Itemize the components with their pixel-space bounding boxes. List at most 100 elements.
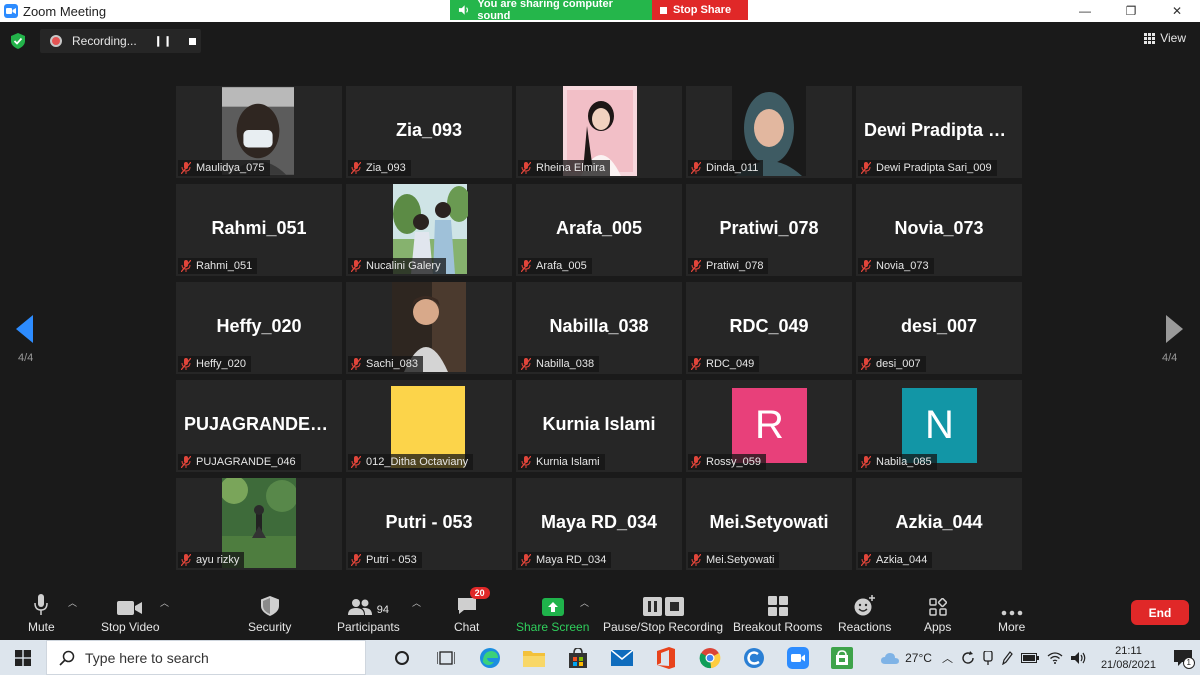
participant-tile[interactable]: desi_007 desi_007: [856, 282, 1022, 374]
participant-tile[interactable]: ayu rizky: [176, 478, 342, 570]
mute-button[interactable]: Mute: [28, 592, 55, 634]
refresh-icon[interactable]: [961, 650, 975, 665]
start-button[interactable]: [0, 640, 46, 675]
participant-avatar: R: [732, 388, 807, 463]
edge-app[interactable]: [468, 640, 512, 675]
chat-button[interactable]: 20 Chat: [454, 587, 490, 634]
store-bag-icon: [569, 647, 587, 668]
participant-tile[interactable]: Azkia_044 Azkia_044: [856, 478, 1022, 570]
sharing-status-text: You are sharing computer sound: [477, 0, 613, 22]
participant-tile[interactable]: Kurnia Islami Kurnia Islami: [516, 380, 682, 472]
participants-options-caret-icon[interactable]: ︿: [412, 596, 421, 609]
mute-options-caret-icon[interactable]: ︿: [68, 596, 77, 609]
chat-label: Chat: [454, 620, 480, 634]
edge-beta-icon: [744, 647, 764, 668]
previous-page-arrow-icon[interactable]: [16, 315, 34, 343]
participant-tile[interactable]: Rahmi_051 Rahmi_051: [176, 184, 342, 276]
participant-tile[interactable]: Novia_073 Novia_073: [856, 184, 1022, 276]
minimize-button[interactable]: —: [1062, 0, 1108, 22]
stop-recording-icon[interactable]: [188, 37, 196, 45]
next-page-arrow-icon[interactable]: [1165, 315, 1183, 343]
participant-tile[interactable]: Maulidya_075: [176, 86, 342, 178]
participant-tile[interactable]: Sachi_083: [346, 282, 512, 374]
breakout-rooms-button[interactable]: Breakout Rooms: [733, 592, 822, 634]
volume-icon[interactable]: [1070, 651, 1087, 664]
clock[interactable]: 21:11 21/08/2021: [1101, 644, 1156, 672]
participant-tile[interactable]: Zia_093 Zia_093: [346, 86, 512, 178]
stop-video-button[interactable]: Stop Video: [101, 592, 160, 634]
participant-name-label: ayu rizky: [178, 552, 245, 568]
participant-tile[interactable]: RDC_049 RDC_049: [686, 282, 852, 374]
recording-indicator: Recording... ❙❙: [40, 29, 201, 53]
participant-tile[interactable]: R Rossy_059: [686, 380, 852, 472]
participant-display-name: Putri - 053: [385, 512, 473, 532]
task-view-button[interactable]: [380, 640, 424, 675]
share-screen-button[interactable]: Share Screen: [516, 592, 589, 634]
participant-tile[interactable]: 012_Ditha Octaviany: [346, 380, 512, 472]
participants-button[interactable]: 94 Participants: [337, 592, 400, 634]
taskbar-search-box[interactable]: Type here to search: [46, 640, 366, 675]
restore-button[interactable]: ❐: [1108, 0, 1154, 22]
encryption-shield-icon[interactable]: [11, 33, 25, 49]
weather-icon[interactable]: [881, 651, 900, 665]
participant-name: Arafa_005: [536, 260, 587, 272]
usb-device-icon[interactable]: [983, 650, 993, 665]
security-button[interactable]: Security: [248, 592, 291, 634]
end-meeting-button[interactable]: End: [1131, 600, 1189, 625]
participant-tile[interactable]: Nucalini Galery: [346, 184, 512, 276]
participant-name: Kurnia Islami: [536, 456, 600, 468]
office-app[interactable]: [644, 640, 688, 675]
muted-microphone-icon: [861, 260, 871, 272]
participant-name: Heffy_020: [196, 358, 246, 370]
participant-tile[interactable]: Heffy_020 Heffy_020: [176, 282, 342, 374]
mail-app[interactable]: [600, 640, 644, 675]
view-button[interactable]: View: [1144, 31, 1186, 45]
apps-button[interactable]: Apps: [924, 592, 951, 634]
store-app[interactable]: [556, 640, 600, 675]
page-indicator-left: 4/4: [18, 352, 34, 364]
temperature[interactable]: 27°C: [905, 651, 932, 665]
mail-icon: [611, 649, 633, 666]
reactions-button[interactable]: Reactions: [838, 592, 891, 634]
participant-tile[interactable]: Mei.Setyowati Mei.Setyowati: [686, 478, 852, 570]
stop-share-button[interactable]: Stop Share: [652, 0, 748, 20]
participant-tile[interactable]: Nabilla_038 Nabilla_038: [516, 282, 682, 374]
participant-tile[interactable]: Rheina Elmira: [516, 86, 682, 178]
green-app[interactable]: [820, 640, 864, 675]
participant-name: Novia_073: [876, 260, 929, 272]
participant-display-name: PUJAGRANDE_...: [184, 414, 336, 434]
wifi-icon[interactable]: [1047, 651, 1063, 664]
battery-icon[interactable]: [1020, 652, 1039, 663]
close-button[interactable]: ✕: [1154, 0, 1200, 22]
participant-tile[interactable]: Dewi Pradipta S... Dewi Pradipta Sari_009: [856, 86, 1022, 178]
participant-name-label: Rossy_059: [688, 454, 767, 470]
participant-tile[interactable]: Dinda_011: [686, 86, 852, 178]
participant-tile[interactable]: Putri - 053 Putri - 053: [346, 478, 512, 570]
participant-tile[interactable]: Pratiwi_078 Pratiwi_078: [686, 184, 852, 276]
recording-label: Recording...: [72, 34, 137, 48]
zoom-taskbar-app[interactable]: [776, 640, 820, 675]
participant-name-label: Nabilla_038: [518, 356, 600, 372]
file-explorer-app[interactable]: [512, 640, 556, 675]
notification-center-button[interactable]: 1: [1166, 640, 1200, 675]
chat-unread-badge: 20: [469, 587, 490, 599]
participant-name: 012_Ditha Octaviany: [366, 456, 469, 468]
participant-name-label: Pratiwi_078: [688, 258, 769, 274]
more-button[interactable]: More: [998, 592, 1025, 634]
edge-beta-app[interactable]: [732, 640, 776, 675]
pause-stop-recording-button[interactable]: Pause/Stop Recording: [603, 592, 723, 634]
edge-icon: [480, 647, 500, 668]
chrome-app[interactable]: [688, 640, 732, 675]
participant-display-name: Pratiwi_078: [719, 218, 819, 238]
pen-icon[interactable]: [1001, 650, 1013, 665]
participant-tile[interactable]: Maya RD_034 Maya RD_034: [516, 478, 682, 570]
participant-tile[interactable]: PUJAGRANDE_... PUJAGRANDE_046: [176, 380, 342, 472]
show-hidden-icons-icon[interactable]: ︿: [942, 650, 953, 666]
participant-display-name: Heffy_020: [216, 316, 302, 336]
participant-tile[interactable]: N Nabila_085: [856, 380, 1022, 472]
task-view-icon-button[interactable]: [424, 640, 468, 675]
pause-recording-icon[interactable]: ❙❙: [154, 36, 173, 47]
share-options-caret-icon[interactable]: ︿: [580, 596, 589, 609]
video-options-caret-icon[interactable]: ︿: [160, 596, 169, 609]
participant-tile[interactable]: Arafa_005 Arafa_005: [516, 184, 682, 276]
